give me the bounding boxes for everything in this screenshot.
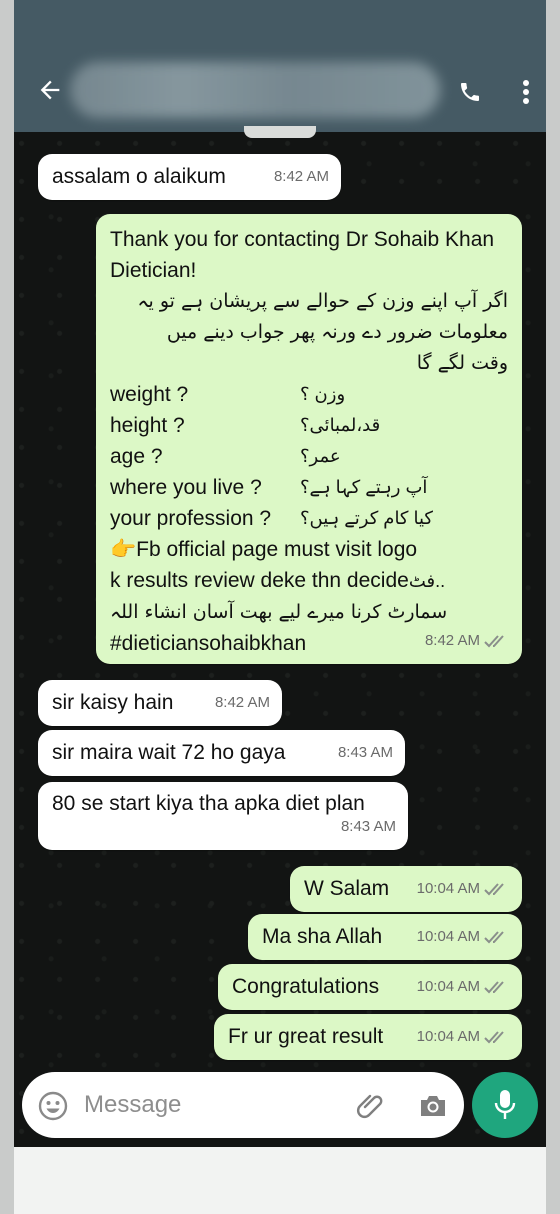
message-text: sir kaisy hain bbox=[52, 691, 174, 714]
question-row: where you live ? آپ رہتے کہا ہے؟ bbox=[110, 472, 508, 503]
message-outgoing[interactable]: Ma sha Allah 10:04 AM bbox=[248, 914, 522, 960]
question-ur: وزن ؟ bbox=[300, 384, 346, 404]
question-ur: عمر؟ bbox=[300, 446, 341, 466]
message-time: 10:04 AM bbox=[416, 978, 480, 995]
message-input[interactable] bbox=[84, 1086, 334, 1124]
double-tick-icon bbox=[484, 882, 504, 895]
message-timestamp: 10:04 AM bbox=[417, 971, 510, 1002]
overflow-menu-icon[interactable] bbox=[518, 78, 534, 106]
message-timestamp: 8:43 AM bbox=[338, 737, 393, 768]
message-timestamp: 8:43 AM bbox=[341, 811, 396, 842]
emoji-icon[interactable] bbox=[38, 1091, 68, 1121]
message-outgoing-welcome[interactable]: Thank you for contacting Dr Sohaib Khan … bbox=[96, 214, 522, 664]
message-timestamp: 8:42 AM bbox=[215, 687, 270, 718]
urdu-line: معلومات ضرور دے ورنہ پھر جواب دینے میں bbox=[166, 321, 508, 343]
call-icon[interactable] bbox=[458, 80, 482, 104]
message-timestamp: 10:04 AM bbox=[417, 921, 510, 952]
review-line: k results review deke thn decideفٹ.. bbox=[110, 565, 508, 597]
message-text: Ma sha Allah bbox=[262, 925, 383, 948]
message-time: 8:43 AM bbox=[337, 744, 393, 761]
left-margin bbox=[0, 0, 14, 1214]
message-time: 8:42 AM bbox=[424, 632, 480, 649]
double-tick-icon bbox=[484, 980, 504, 993]
voice-record-button[interactable] bbox=[472, 1072, 538, 1138]
camera-icon[interactable] bbox=[418, 1092, 448, 1120]
question-en: where you live ? bbox=[110, 476, 262, 499]
mic-icon bbox=[494, 1090, 516, 1119]
question-row: age ? عمر؟ bbox=[110, 441, 508, 472]
message-time: 8:42 AM bbox=[273, 168, 329, 185]
message-timestamp: 8:42 AM bbox=[274, 161, 329, 192]
fb-line-text: Fb official page must visit logo bbox=[136, 538, 418, 561]
urdu-line: وقت لگے گا bbox=[416, 352, 508, 374]
review-line-text: k results review deke thn decide bbox=[110, 569, 409, 592]
message-timestamp: 8:42 AM bbox=[425, 625, 510, 656]
whatsapp-chat-screen: assalam o alaikum 8:42 AM Thank you for … bbox=[0, 0, 560, 1214]
message-text: sir maira wait 72 ho gaya bbox=[52, 741, 286, 764]
message-incoming[interactable]: 80 se start kiya tha apka diet plan 8:43… bbox=[38, 782, 408, 850]
question-en: your profession ? bbox=[110, 507, 272, 530]
blurred-contact-name[interactable] bbox=[70, 62, 440, 118]
chat-header bbox=[14, 0, 546, 132]
question-row: weight ? وزن ؟ bbox=[110, 379, 508, 410]
question-ur: قد،لمبائی؟ bbox=[300, 415, 381, 435]
question-ur: کیا کام کرتے ہیں؟ bbox=[300, 508, 433, 528]
question-en: weight ? bbox=[110, 383, 189, 406]
message-time: 8:42 AM bbox=[214, 694, 270, 711]
double-tick-icon bbox=[484, 930, 504, 943]
question-en: age ? bbox=[110, 445, 163, 468]
welcome-intro: Thank you for contacting Dr Sohaib Khan … bbox=[110, 228, 495, 282]
question-en: height ? bbox=[110, 414, 185, 437]
message-time: 8:43 AM bbox=[340, 818, 396, 835]
question-ur: آپ رہتے کہا ہے؟ bbox=[300, 477, 428, 497]
double-tick-icon bbox=[484, 1030, 504, 1043]
message-time: 10:04 AM bbox=[416, 880, 480, 897]
message-time: 10:04 AM bbox=[416, 928, 480, 945]
message-incoming[interactable]: assalam o alaikum 8:42 AM bbox=[38, 154, 341, 200]
message-timestamp: 10:04 AM bbox=[417, 873, 510, 904]
message-text: Congratulations bbox=[232, 975, 380, 998]
review-suffix: فٹ.. bbox=[408, 571, 446, 591]
question-row: height ? قد،لمبائی؟ bbox=[110, 410, 508, 441]
message-text: Fr ur great result bbox=[228, 1025, 384, 1048]
pointing-hand-icon: 👉 bbox=[110, 538, 137, 561]
message-text: assalam o alaikum bbox=[52, 165, 226, 188]
question-row: your profession ? کیا کام کرتے ہیں؟ bbox=[110, 503, 508, 534]
message-text: W Salam bbox=[304, 877, 390, 900]
system-navigation-bar bbox=[14, 1147, 546, 1214]
message-outgoing[interactable]: W Salam 10:04 AM bbox=[290, 866, 522, 912]
back-arrow-icon[interactable] bbox=[36, 76, 64, 104]
message-composer bbox=[22, 1072, 464, 1138]
attach-icon[interactable] bbox=[356, 1090, 386, 1120]
fb-line: 👉Fb official page must visit logo bbox=[110, 534, 508, 565]
urdu-line: اگر آپ اپنے وزن کے حوالے سے پریشان ہے تو… bbox=[137, 290, 508, 312]
double-tick-icon bbox=[484, 634, 504, 647]
message-time: 10:04 AM bbox=[416, 1028, 480, 1045]
message-incoming[interactable]: sir kaisy hain 8:42 AM bbox=[38, 680, 282, 726]
message-outgoing[interactable]: Congratulations 10:04 AM bbox=[218, 964, 522, 1010]
message-incoming[interactable]: sir maira wait 72 ho gaya 8:43 AM bbox=[38, 730, 405, 776]
closing-urdu: سمارٹ کرنا میرے لیے بھت آسان انشاء اللہ bbox=[110, 601, 448, 623]
right-margin bbox=[546, 0, 560, 1214]
date-chip bbox=[244, 126, 316, 138]
message-timestamp: 10:04 AM bbox=[417, 1021, 510, 1052]
message-outgoing[interactable]: Fr ur great result 10:04 AM bbox=[214, 1014, 522, 1060]
